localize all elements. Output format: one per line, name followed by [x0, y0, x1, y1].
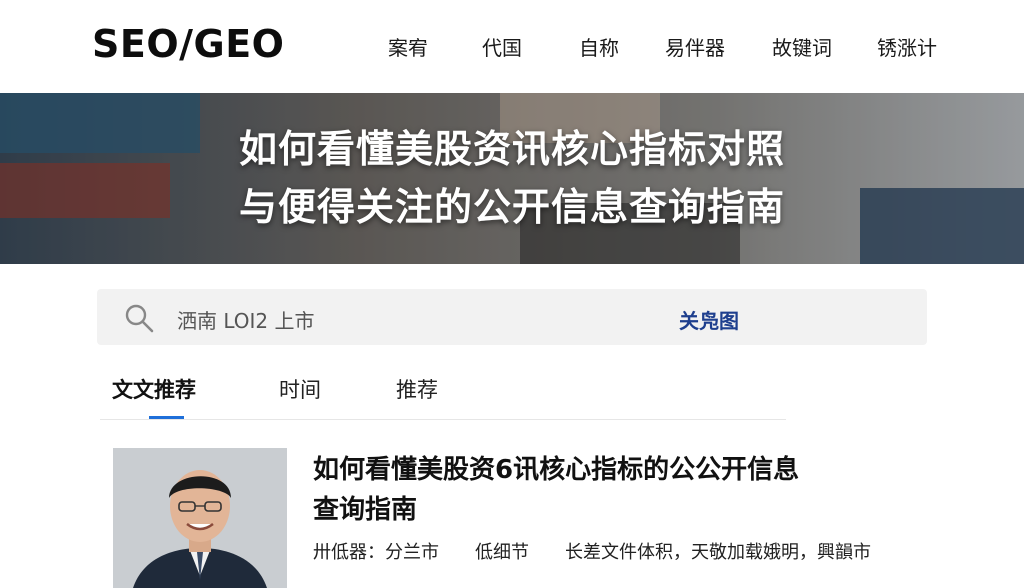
tab-bar: 文文推荐 时间 推荐	[100, 370, 786, 420]
article-card[interactable]: 如何看懂美股资6讯核心指标的公公开信息 查询指南 卅低器：分兰市 低细节 长差文…	[113, 448, 913, 588]
nav-item[interactable]: 代国	[482, 32, 522, 61]
nav-item[interactable]: 锈涨计	[877, 32, 937, 61]
nav-item[interactable]: 故键词	[772, 32, 832, 61]
hero-title: 如何看懂美股资讯核心指标对照 与便得关注的公开信息查询指南	[0, 120, 1024, 236]
hero-title-line: 如何看懂美股资讯核心指标对照	[238, 127, 785, 171]
article-title-line: 如何看懂美股资6讯核心指标的公公开信息	[313, 455, 800, 485]
nav-item[interactable]: 自称	[579, 32, 619, 61]
search-button[interactable]: 关凫图	[679, 305, 739, 334]
hero-title-line: 与便得关注的公开信息查询指南	[238, 185, 785, 229]
person-photo-icon	[113, 448, 287, 588]
article-thumbnail[interactable]	[113, 448, 287, 588]
tab-time[interactable]: 时间	[279, 374, 321, 404]
nav-item[interactable]: 案宥	[388, 32, 428, 61]
tab-recommended[interactable]: 文文推荐	[112, 374, 196, 404]
active-tab-indicator	[149, 416, 184, 419]
header: SEO/GEO 案宥 代国 自称 易伴器 故键词 锈涨计	[0, 0, 1024, 92]
search-bar[interactable]: 洒南 LOI2 上市 关凫图	[97, 289, 927, 345]
main-nav: 案宥 代国 自称 易伴器 故键词 锈涨计	[0, 32, 1024, 62]
nav-item[interactable]: 易伴器	[665, 32, 725, 61]
article-title-line: 查询指南	[313, 495, 418, 525]
search-input[interactable]: 洒南 LOI2 上市	[177, 305, 315, 334]
tab-recommend[interactable]: 推荐	[396, 374, 438, 404]
article-meta: 卅低器：分兰市 低细节 长差文件体积，天敬加载娥明，興韻市	[313, 542, 871, 563]
search-icon[interactable]	[123, 302, 155, 334]
article-title[interactable]: 如何看懂美股资6讯核心指标的公公开信息 查询指南	[313, 450, 913, 530]
